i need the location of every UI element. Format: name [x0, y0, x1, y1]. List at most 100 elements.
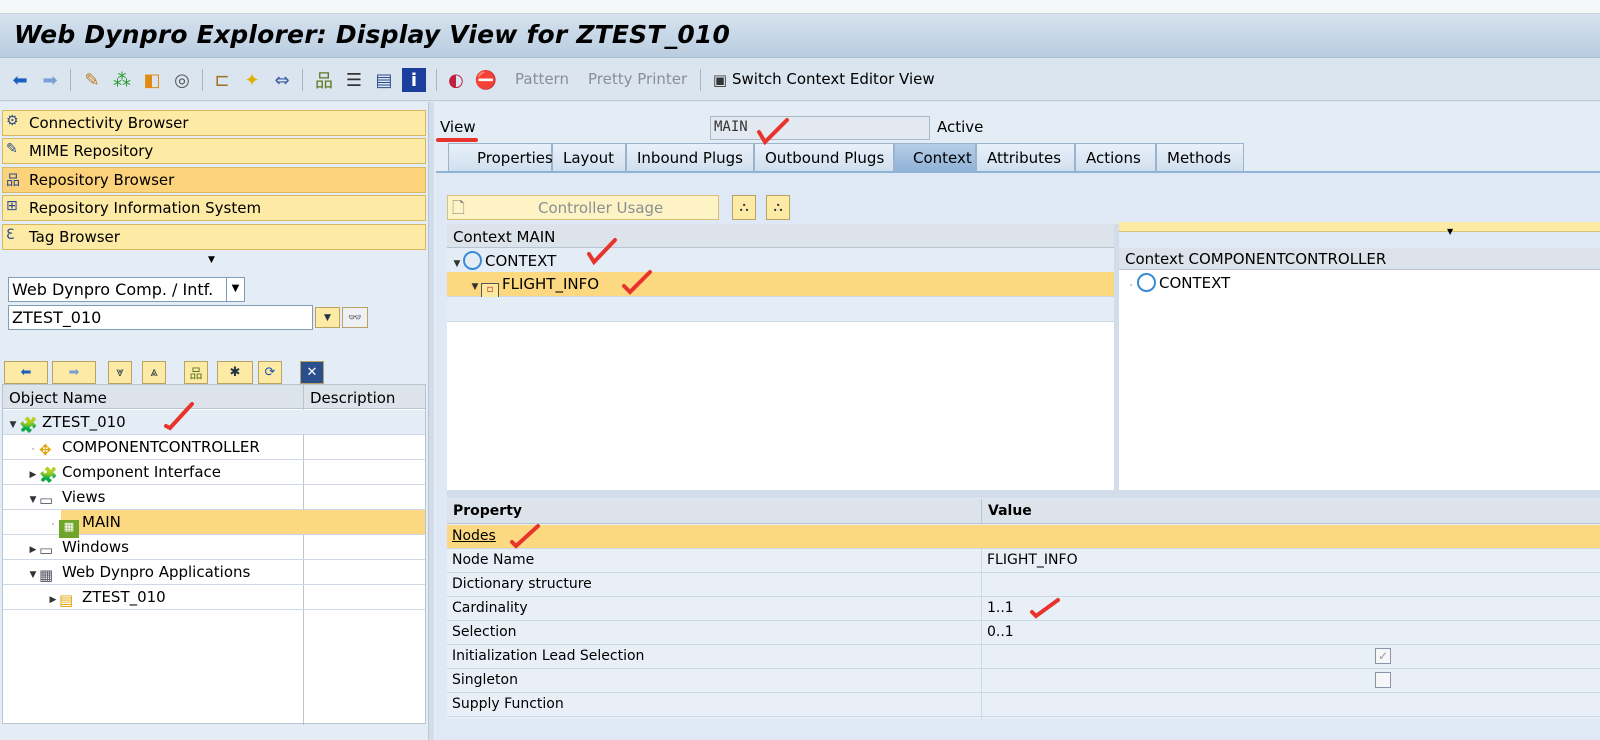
horizontal-splitter[interactable] [447, 490, 1600, 498]
tree-row-selected[interactable]: ▼ ▫ FLIGHT_INFO [447, 272, 1114, 301]
mime-icon: ✎ [6, 141, 18, 157]
button-label: Repository Browser [29, 171, 175, 189]
collapsed-icon[interactable]: ▶ [47, 595, 59, 605]
breakpoint-icon[interactable]: ◐ [444, 68, 468, 92]
expanded-icon[interactable]: ▼ [27, 570, 39, 580]
collapsed-icon[interactable]: ▶ [27, 470, 39, 480]
component-icon: 🧩 [19, 416, 38, 434]
tab-attributes[interactable]: Attributes [976, 143, 1075, 172]
button-label: Repository Information System [29, 199, 262, 217]
asterisk-icon[interactable]: ✱ [217, 361, 253, 384]
where-used-icon[interactable]: ◎ [170, 68, 194, 92]
tree-row[interactable]: · CONTEXT [1119, 270, 1600, 295]
tab-layout[interactable]: Layout [552, 143, 626, 172]
tree-label: ZTEST_010 [82, 588, 166, 606]
tree-label: CONTEXT [485, 252, 557, 270]
nodes-link[interactable]: Nodes [452, 528, 496, 544]
expanded-icon[interactable]: ▼ [451, 259, 463, 269]
property-name: Selection [447, 621, 981, 645]
context-main-tree: Context MAIN ▼ CONTEXT ▼ ▫ FLIGHT_INFO [447, 224, 1114, 490]
context-componentcontroller-tree: Context COMPONENTCONTROLLER · CONTEXT [1119, 248, 1600, 490]
context-root-icon [463, 251, 482, 270]
display-glasses-icon[interactable]: 👓 [342, 307, 368, 328]
tree-row[interactable]: ▶ ▤ ZTEST_010 [3, 585, 425, 610]
mime-repository-button[interactable]: ✎ MIME Repository [2, 138, 426, 164]
expanded-icon[interactable]: ▼ [469, 282, 481, 292]
context-componentcontroller-header: Context COMPONENTCONTROLLER [1119, 248, 1600, 270]
edit-pencil-icon[interactable]: ✎ [80, 68, 104, 92]
column-header-description[interactable]: Description [303, 385, 425, 409]
tree-row[interactable]: · ✥ COMPONENTCONTROLLER [3, 435, 425, 460]
input-value: ZTEST_010 [12, 308, 102, 327]
tree-row[interactable]: ▼ CONTEXT [447, 248, 1114, 273]
separator [436, 69, 437, 91]
property-name: Node Name [447, 549, 981, 573]
expanded-icon[interactable]: ▼ [27, 495, 39, 505]
object-name-input[interactable]: ZTEST_010 [8, 305, 313, 330]
chevron-down-icon[interactable]: ▼ [1447, 227, 1453, 236]
object-type-select[interactable]: Web Dynpro Comp. / Intf. ▼ [8, 277, 245, 302]
tab-properties[interactable]: Properties [448, 143, 553, 172]
navigation-icon[interactable]: ⇔ [270, 68, 294, 92]
display-object-list-icon[interactable]: ✦ [240, 68, 264, 92]
controller-usage-button[interactable]: 🗋 Controller Usage [447, 195, 719, 220]
repository-browser-button[interactable]: 品 Repository Browser [2, 167, 426, 193]
pretty-printer-button[interactable]: Pretty Printer [588, 70, 687, 88]
column-header-object-name[interactable]: Object Name [3, 385, 303, 409]
tab-outbound-plugs[interactable]: Outbound Plugs [754, 143, 894, 172]
top-strip [0, 0, 1600, 14]
find-icon[interactable]: ⛬ [732, 195, 756, 220]
tree-row[interactable]: ▶ ▭ Windows [3, 535, 425, 560]
button-label: Connectivity Browser [29, 114, 189, 132]
activate-icon[interactable]: ◧ [140, 68, 164, 92]
property-value [982, 669, 1600, 693]
component-selector[interactable]: ▼ [1119, 222, 1600, 236]
tree-row-selected[interactable]: · ▦ MAIN [3, 510, 425, 538]
controller-icon: ✥ [39, 441, 52, 459]
hierarchy-icon[interactable]: 品 [184, 361, 208, 384]
expanded-icon[interactable]: ▼ [7, 420, 19, 430]
singleton-checkbox[interactable] [1375, 672, 1391, 688]
expand-all-icon[interactable]: ⩔ [108, 361, 132, 384]
back-icon[interactable]: ⬅ [4, 361, 48, 384]
collapse-all-icon[interactable]: ⩓ [142, 361, 166, 384]
button-label: MIME Repository [29, 142, 154, 160]
dropdown-icon[interactable]: ▼ [315, 307, 340, 328]
check-objects-icon[interactable]: ⁂ [110, 68, 134, 92]
button-label: Controller Usage [538, 199, 664, 217]
connectivity-browser-button[interactable]: ⚙ Connectivity Browser [2, 110, 426, 136]
tree-row[interactable]: ▼ 🧩 ZTEST_010 [3, 410, 425, 435]
tree-row[interactable]: ▼ ▭ Views [3, 485, 425, 510]
separator [302, 69, 303, 91]
switch-context-editor-button[interactable]: Switch Context Editor View [732, 70, 935, 88]
initialization-lead-selection-checkbox[interactable]: ✓ [1375, 648, 1391, 664]
layout-icon[interactable]: ▤ [372, 68, 396, 92]
tree-row[interactable]: ▼ ▦ Web Dynpro Applications [3, 560, 425, 585]
view-name-field: MAIN [710, 116, 930, 140]
find-next-icon[interactable]: ⛬ [766, 195, 790, 220]
session-breakpoint-icon[interactable]: ⛔ [474, 68, 498, 92]
view-label: View [440, 118, 476, 136]
tag-browser-button[interactable]: Ɛ Tag Browser [2, 224, 426, 250]
hierarchy-icon[interactable]: 品 [312, 68, 336, 92]
object-list-icon[interactable]: ⊏ [210, 68, 234, 92]
applications-icon: ▦ [39, 566, 54, 584]
refresh-icon[interactable]: ⟳ [258, 361, 282, 384]
separator [70, 69, 71, 91]
tree-row[interactable]: ▶ 🧩 Component Interface [3, 460, 425, 485]
close-icon[interactable]: ✕ [300, 361, 324, 384]
tab-inbound-plugs[interactable]: Inbound Plugs [626, 143, 754, 172]
repository-information-system-button[interactable]: ⊞ Repository Information System [2, 195, 426, 221]
pattern-button[interactable]: Pattern [515, 70, 569, 88]
chevron-down-icon[interactable]: ▼ [226, 278, 244, 301]
forward-icon[interactable]: ➡ [52, 361, 96, 384]
back-icon[interactable]: ⬅ [8, 68, 32, 92]
forward-icon[interactable]: ➡ [38, 68, 62, 92]
tab-actions[interactable]: Actions [1075, 143, 1156, 172]
tab-methods[interactable]: Methods [1156, 143, 1244, 172]
collapsed-icon[interactable]: ▶ [27, 545, 39, 555]
tab-context[interactable]: Context [894, 143, 976, 172]
stack-icon[interactable]: ☰ [342, 68, 366, 92]
expand-arrow-icon[interactable]: ▼ [208, 255, 215, 265]
info-icon[interactable]: i [402, 68, 426, 92]
